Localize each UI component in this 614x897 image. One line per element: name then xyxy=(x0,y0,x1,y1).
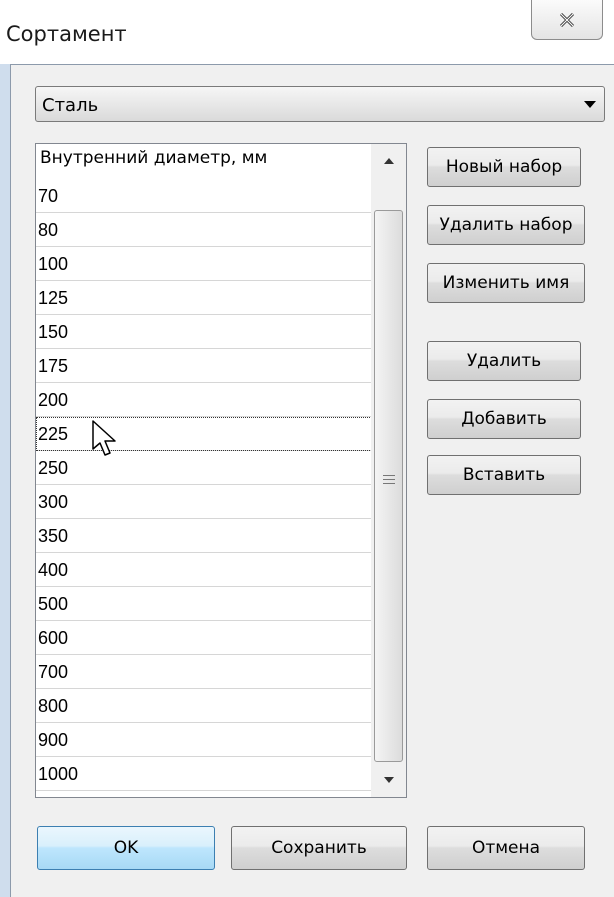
list-item[interactable]: 600 xyxy=(36,621,372,655)
list-item[interactable]: 500 xyxy=(36,587,372,621)
list-item[interactable]: 250 xyxy=(36,451,372,485)
list-item[interactable]: 100 xyxy=(36,247,372,281)
close-icon xyxy=(559,12,575,27)
close-button[interactable] xyxy=(531,0,603,40)
scroll-up-button[interactable] xyxy=(371,144,406,178)
list-rows: 70 80 100 125 150 175 200 225 250 300 350 400 500 600… xyxy=(36,179,372,797)
grip-icon xyxy=(383,475,395,487)
title-bar: Сортамент xyxy=(0,0,614,64)
list-item[interactable]: 300 xyxy=(36,485,372,519)
list-item[interactable]: 900 xyxy=(36,723,372,757)
vertical-scrollbar[interactable] xyxy=(371,144,406,797)
arrow-down-icon xyxy=(383,777,394,783)
new-set-button[interactable]: Новый набор xyxy=(427,147,581,187)
cancel-button[interactable]: Отмена xyxy=(427,826,585,870)
arrow-up-icon xyxy=(383,158,394,164)
list-item[interactable]: 700 xyxy=(36,655,372,689)
list-item[interactable]: 150 xyxy=(36,315,372,349)
list-item[interactable]: 400 xyxy=(36,553,372,587)
list-item[interactable]: 350 xyxy=(36,519,372,553)
list-item[interactable]: 1000 xyxy=(36,757,372,791)
delete-set-button[interactable]: Удалить набор xyxy=(427,205,585,245)
save-button[interactable]: Сохранить xyxy=(231,826,407,870)
diameter-list[interactable]: Внутренний диаметр, мм 70 80 100 125 150 175 2… xyxy=(35,143,407,798)
add-button[interactable]: Добавить xyxy=(427,399,581,439)
list-item[interactable]: 225 xyxy=(36,417,372,451)
window-title: Сортамент xyxy=(6,22,127,46)
delete-button[interactable]: Удалить xyxy=(427,341,581,381)
list-item[interactable]: 800 xyxy=(36,689,372,723)
rename-button[interactable]: Изменить имя xyxy=(427,263,585,303)
list-item[interactable]: 175 xyxy=(36,349,372,383)
dropdown-arrow-icon[interactable] xyxy=(584,101,596,109)
ok-button[interactable]: OK xyxy=(37,826,215,870)
scroll-thumb[interactable] xyxy=(374,210,403,762)
material-select-value: Сталь xyxy=(42,95,99,116)
list-item[interactable]: 125 xyxy=(36,281,372,315)
material-select[interactable]: Сталь xyxy=(35,86,605,122)
list-item[interactable]: 80 xyxy=(36,213,372,247)
list-item[interactable]: 1200 xyxy=(36,791,372,797)
list-item[interactable]: 200 xyxy=(36,383,372,417)
insert-button[interactable]: Вставить xyxy=(427,455,581,495)
list-item[interactable]: 70 xyxy=(36,179,372,213)
scroll-down-button[interactable] xyxy=(371,763,406,797)
list-header: Внутренний диаметр, мм xyxy=(40,148,268,168)
